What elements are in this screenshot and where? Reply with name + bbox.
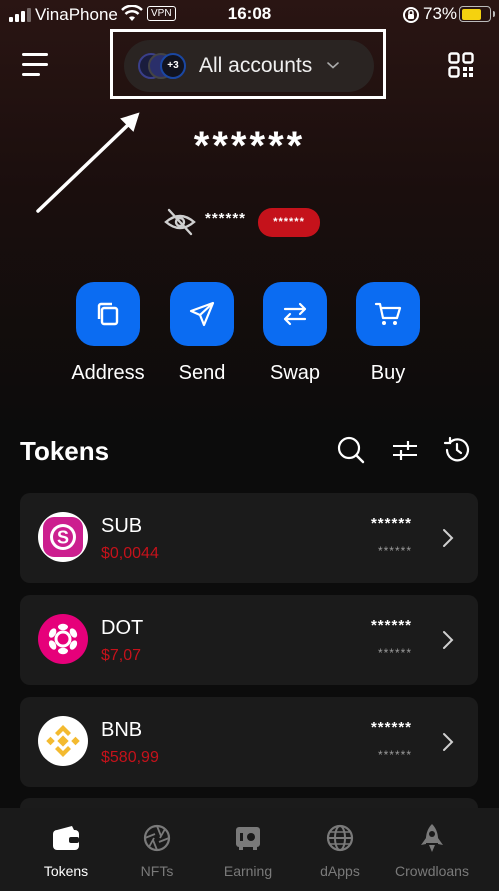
nav-label: dApps bbox=[320, 863, 360, 879]
token-symbol: BNB bbox=[101, 719, 143, 741]
token-value: ****** bbox=[377, 646, 412, 660]
token-row-bnb[interactable]: BNB $580,99 ****** ****** bbox=[20, 697, 478, 787]
nav-label: NFTs bbox=[140, 863, 174, 879]
eye-off-icon[interactable] bbox=[163, 205, 197, 239]
chevron-right-icon bbox=[442, 528, 454, 553]
send-button[interactable]: Send bbox=[157, 282, 247, 385]
safe-icon bbox=[198, 823, 298, 853]
token-row-sub[interactable]: S SUB $0,0044 ****** ****** bbox=[20, 493, 478, 583]
copy-icon bbox=[76, 282, 140, 346]
menu-button[interactable] bbox=[22, 53, 50, 77]
history-icon[interactable] bbox=[442, 435, 472, 470]
aperture-icon bbox=[107, 823, 207, 853]
cart-icon bbox=[356, 282, 420, 346]
rocket-icon bbox=[382, 823, 482, 853]
filter-icon[interactable] bbox=[390, 435, 420, 470]
qr-scan-button[interactable] bbox=[448, 52, 474, 83]
search-icon[interactable] bbox=[336, 435, 366, 470]
token-row-dot[interactable]: DOT $7,07 ****** ****** bbox=[20, 595, 478, 685]
action-label: Swap bbox=[269, 362, 321, 384]
swap-button[interactable]: Swap bbox=[250, 282, 340, 385]
battery-percent: 73% bbox=[423, 4, 458, 23]
token-value: ****** bbox=[377, 544, 412, 558]
nav-label: Crowdloans bbox=[395, 863, 469, 879]
total-balance: ****** bbox=[193, 124, 306, 168]
chevron-right-icon bbox=[442, 630, 454, 655]
nav-earning[interactable]: Earning bbox=[198, 823, 298, 879]
battery-icon bbox=[459, 6, 495, 22]
token-value: ****** bbox=[377, 748, 412, 762]
token-amount: ****** bbox=[370, 515, 412, 532]
change-badge: ****** bbox=[258, 207, 321, 237]
bottom-nav: Tokens NFTs Earning dApps Crowdloans bbox=[0, 808, 499, 891]
orientation-lock-icon bbox=[402, 6, 420, 29]
token-amount: ****** bbox=[370, 719, 412, 736]
globe-icon bbox=[290, 823, 390, 853]
tokens-title: Tokens bbox=[20, 436, 110, 466]
nav-label: Earning bbox=[223, 863, 273, 879]
swap-icon bbox=[263, 282, 327, 346]
nav-label: Tokens bbox=[43, 863, 89, 879]
action-label: Send bbox=[178, 362, 226, 384]
qr-icon bbox=[448, 52, 474, 78]
nav-tokens[interactable]: Tokens bbox=[16, 823, 116, 879]
sub-token-logo: S bbox=[38, 512, 88, 562]
token-price: $0,0044 bbox=[101, 545, 159, 562]
nav-crowdloans[interactable]: Crowdloans bbox=[382, 823, 482, 879]
sub-balance: ****** bbox=[205, 209, 247, 227]
token-symbol: DOT bbox=[101, 617, 144, 639]
bnb-token-logo bbox=[38, 716, 88, 766]
dot-token-logo bbox=[38, 614, 88, 664]
svg-text:S: S bbox=[57, 528, 69, 548]
action-label: Buy bbox=[370, 362, 406, 384]
token-price: $580,99 bbox=[101, 749, 159, 766]
wallet-icon bbox=[16, 823, 116, 853]
annotation-highlight-box bbox=[110, 29, 386, 99]
buy-button[interactable]: Buy bbox=[343, 282, 433, 385]
status-bar: VinaPhone VPN 16:08 73% bbox=[0, 0, 499, 30]
nav-nfts[interactable]: NFTs bbox=[107, 823, 207, 879]
token-amount: ****** bbox=[370, 617, 412, 634]
send-icon bbox=[170, 282, 234, 346]
address-button[interactable]: Address bbox=[63, 282, 153, 385]
balance-sub-row: ****** ****** bbox=[163, 205, 321, 239]
action-label: Address bbox=[71, 362, 145, 384]
token-price: $7,07 bbox=[101, 647, 142, 664]
token-symbol: SUB bbox=[101, 515, 143, 537]
nav-dapps[interactable]: dApps bbox=[290, 823, 390, 879]
chevron-right-icon bbox=[442, 732, 454, 757]
